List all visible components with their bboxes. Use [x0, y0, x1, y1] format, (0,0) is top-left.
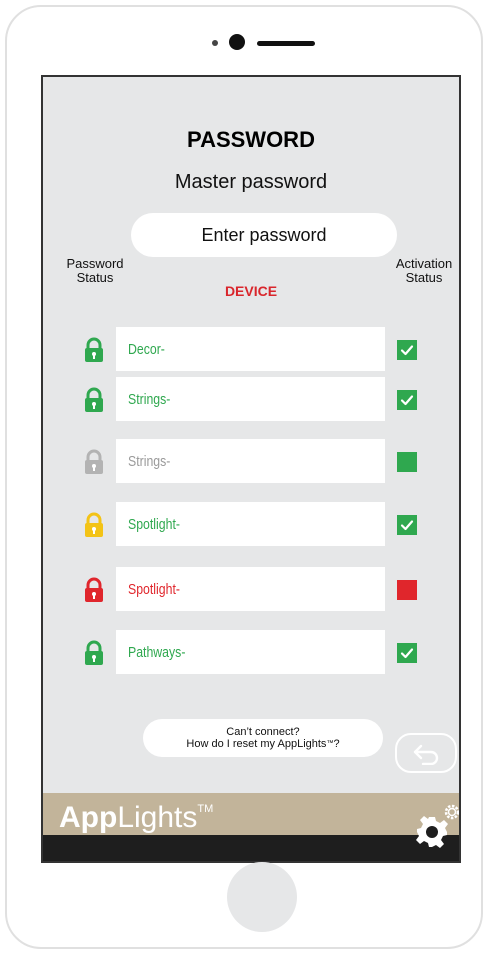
help-line-2: How do I reset my AppLights™? — [186, 738, 340, 750]
device-name-field[interactable]: Pathways- — [116, 630, 385, 674]
checkmark-icon — [400, 520, 414, 531]
device-name-field[interactable]: Strings- — [116, 439, 385, 483]
device-name-field[interactable]: Decor- — [116, 327, 385, 371]
device-row[interactable]: Strings- — [43, 377, 459, 421]
device-name: Spotlight- — [128, 515, 180, 533]
device-row[interactable]: Spotlight- — [43, 502, 459, 546]
activation-checkbox[interactable] — [397, 580, 417, 600]
app-logo: AppLightsTM — [59, 801, 214, 834]
device-row[interactable]: Spotlight- — [43, 567, 459, 611]
device-name-field[interactable]: Strings- — [116, 377, 385, 421]
device-row[interactable]: Decor- — [43, 327, 459, 371]
device-row[interactable]: Pathways- — [43, 630, 459, 674]
help-line-1: Can’t connect? — [226, 726, 300, 738]
lock-icon — [85, 387, 103, 412]
master-password-input[interactable] — [131, 213, 397, 257]
activation-checkbox[interactable] — [397, 515, 417, 535]
activation-status-header: Activation Status — [395, 256, 453, 285]
device-name-field[interactable]: Spotlight- — [116, 567, 385, 611]
proximity-sensor — [229, 34, 245, 50]
device-name-field[interactable]: Spotlight- — [116, 502, 385, 546]
phone-frame: PASSWORD Master password Password Status… — [5, 5, 483, 949]
device-header: DEVICE — [224, 283, 278, 299]
checkmark-icon — [400, 395, 414, 406]
back-button[interactable] — [395, 733, 457, 773]
front-camera — [212, 40, 218, 46]
device-name: Strings- — [128, 452, 171, 470]
lock-icon — [85, 449, 103, 474]
device-name: Strings- — [128, 390, 171, 408]
lock-icon — [85, 577, 103, 602]
app-screen: PASSWORD Master password Password Status… — [41, 75, 461, 863]
device-name: Spotlight- — [128, 580, 180, 598]
back-arrow-icon — [413, 744, 439, 765]
activation-checkbox[interactable] — [397, 452, 417, 472]
earpiece-speaker — [257, 41, 315, 46]
activation-checkbox[interactable] — [397, 340, 417, 360]
password-status-header: Password Status — [66, 256, 124, 285]
device-name: Pathways- — [128, 643, 186, 661]
bottom-strip — [43, 835, 459, 861]
home-button[interactable] — [227, 862, 297, 932]
checkmark-icon — [400, 345, 414, 356]
activation-checkbox[interactable] — [397, 643, 417, 663]
device-name: Decor- — [128, 340, 165, 358]
page-subtitle: Master password — [174, 171, 328, 193]
page-title: PASSWORD — [187, 127, 315, 152]
lock-icon — [85, 640, 103, 665]
device-row[interactable]: Strings- — [43, 439, 459, 483]
checkmark-icon — [400, 648, 414, 659]
reset-help-button[interactable]: Can’t connect? How do I reset my AppLigh… — [143, 719, 383, 757]
lock-icon — [85, 512, 103, 537]
gear-icon[interactable] — [413, 803, 461, 853]
lock-icon — [85, 337, 103, 362]
activation-checkbox[interactable] — [397, 390, 417, 410]
